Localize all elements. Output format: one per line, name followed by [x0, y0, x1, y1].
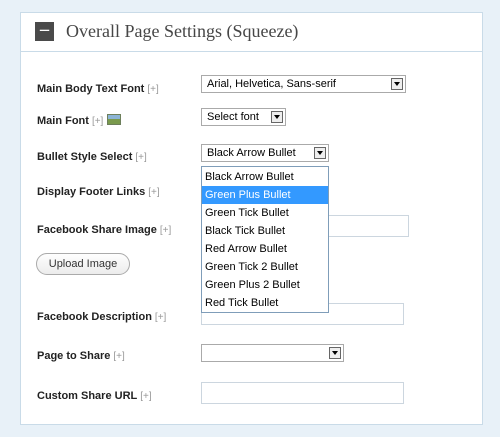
custom-share-url-input[interactable] — [201, 382, 404, 404]
bullet-option[interactable]: Red Tick Bullet — [202, 294, 328, 312]
main-font-label: Main Font [+] — [37, 114, 122, 127]
page-to-share-label-text: Page to Share — [37, 350, 111, 362]
help-toggle[interactable]: [+] — [135, 152, 146, 163]
main-font-value: Select font — [207, 111, 259, 123]
help-toggle[interactable]: [+] — [155, 312, 166, 323]
help-toggle[interactable]: [+] — [92, 116, 103, 127]
main-body-font-select[interactable]: Arial, Helvetica, Sans-serif — [201, 75, 406, 93]
page-to-share-select[interactable] — [201, 344, 344, 362]
collapse-button[interactable]: − — [35, 22, 54, 41]
facebook-description-label-text: Facebook Description — [37, 311, 152, 323]
custom-share-url-label: Custom Share URL [+] — [37, 390, 152, 402]
help-toggle[interactable]: [+] — [113, 351, 124, 362]
main-font-label-text: Main Font — [37, 115, 89, 127]
help-toggle[interactable]: [+] — [160, 225, 171, 236]
chevron-down-icon — [391, 78, 403, 90]
chevron-down-icon — [271, 111, 283, 123]
facebook-share-image-label: Facebook Share Image [+] — [37, 224, 171, 236]
help-toggle[interactable]: [+] — [147, 84, 158, 95]
help-toggle[interactable]: [+] — [140, 391, 151, 402]
help-toggle[interactable]: [+] — [148, 187, 159, 198]
custom-share-url-label-text: Custom Share URL — [37, 390, 138, 402]
image-icon[interactable] — [107, 114, 122, 125]
settings-panel: − Overall Page Settings (Squeeze) Main B… — [20, 12, 483, 425]
main-body-font-label-text: Main Body Text Font — [37, 83, 145, 95]
bullet-style-label-text: Bullet Style Select — [37, 151, 133, 163]
chevron-down-icon — [329, 347, 341, 359]
display-footer-links-label-text: Display Footer Links — [37, 186, 146, 198]
bullet-option[interactable]: Green Tick Bullet — [202, 204, 328, 222]
facebook-share-image-label-text: Facebook Share Image — [37, 224, 157, 236]
facebook-description-label: Facebook Description [+] — [37, 311, 166, 323]
bullet-option[interactable]: Green Plus Bullet — [202, 186, 328, 204]
main-body-font-label: Main Body Text Font [+] — [37, 83, 159, 95]
display-footer-links-label: Display Footer Links [+] — [37, 186, 160, 198]
main-font-select[interactable]: Select font — [201, 108, 286, 126]
bullet-style-value: Black Arrow Bullet — [207, 147, 296, 159]
chevron-down-icon — [314, 147, 326, 159]
bullet-option[interactable]: Red Arrow Bullet — [202, 240, 328, 258]
bullet-style-options-list: Black Arrow Bullet Green Plus Bullet Gre… — [201, 166, 329, 313]
bullet-option[interactable]: Black Arrow Bullet — [202, 168, 328, 186]
bullet-option[interactable]: Green Tick 2 Bullet — [202, 258, 328, 276]
main-body-font-value: Arial, Helvetica, Sans-serif — [207, 78, 336, 90]
panel-header: − Overall Page Settings (Squeeze) — [21, 13, 482, 52]
page-to-share-label: Page to Share [+] — [37, 350, 125, 362]
bullet-style-select[interactable]: Black Arrow Bullet — [201, 144, 329, 162]
upload-image-button[interactable]: Upload Image — [36, 253, 130, 275]
panel-title: Overall Page Settings (Squeeze) — [66, 21, 299, 41]
bullet-option[interactable]: Green Plus 2 Bullet — [202, 276, 328, 294]
bullet-option[interactable]: Black Tick Bullet — [202, 222, 328, 240]
bullet-style-label: Bullet Style Select [+] — [37, 151, 147, 163]
